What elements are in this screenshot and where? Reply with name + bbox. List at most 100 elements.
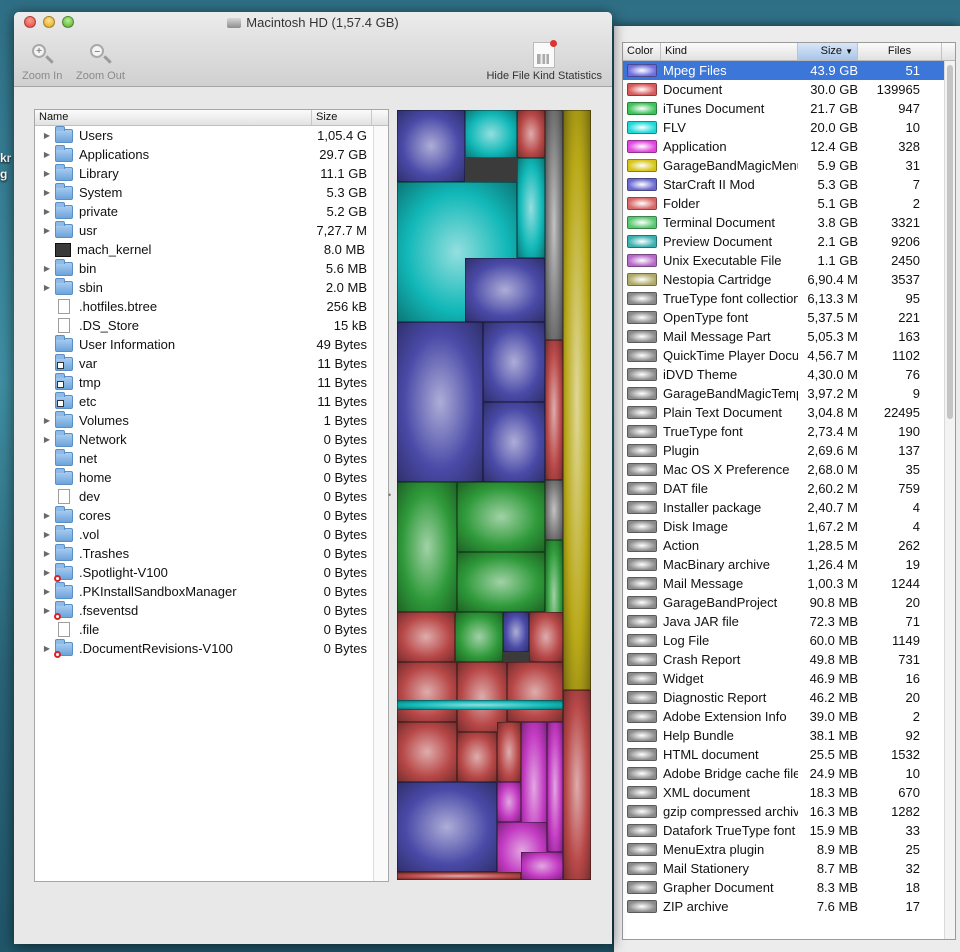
outline-row[interactable]: ▶ Library 11.1 GB [35,163,388,183]
column-header-files[interactable]: Files [858,43,942,60]
disclosure-triangle-icon[interactable]: ▶ [41,435,53,444]
file-kind-row[interactable]: StarCraft II Mod 5.3 GB 7 [623,175,955,194]
disclosure-triangle-icon[interactable]: ▶ [41,226,53,235]
treemap-cell[interactable] [457,552,545,612]
file-kind-row[interactable]: ZIP archive 7.6 MB 17 [623,897,955,916]
treemap-cell[interactable] [397,722,457,782]
outline-row[interactable]: dev 0 Bytes [35,487,388,506]
treemap-cell[interactable] [521,852,563,880]
zoom-in-button[interactable]: + Zoom In [22,42,62,82]
file-kind-row[interactable]: Application 12.4 GB 328 [623,137,955,156]
file-kind-row[interactable]: GarageBandProject 90.8 MB 20 [623,593,955,612]
file-kind-row[interactable]: Mail Stationery 8.7 MB 32 [623,859,955,878]
treemap-cell[interactable] [483,402,545,482]
treemap-cell[interactable] [517,110,545,158]
file-kind-row[interactable]: Action 1,28.5 M 262 [623,536,955,555]
file-kind-table-scrollbar[interactable] [944,61,955,939]
file-kind-row[interactable]: FLV 20.0 GB 10 [623,118,955,137]
outline-row[interactable]: ▶ .Spotlight-V100 0 Bytes [35,562,388,582]
file-kind-row[interactable]: Mpeg Files 43.9 GB 51 [623,61,955,80]
outline-row[interactable]: ▶ private 5.2 GB [35,201,388,221]
disclosure-triangle-icon[interactable]: ▶ [41,188,53,197]
file-kind-row[interactable]: MenuExtra plugin 8.9 MB 25 [623,840,955,859]
file-kind-row[interactable]: Installer package 2,40.7 M 4 [623,498,955,517]
treemap-cell[interactable] [545,110,563,340]
disclosure-triangle-icon[interactable]: ▶ [41,644,53,653]
treemap-cell[interactable] [455,612,503,662]
outline-scrollbar[interactable] [373,126,388,881]
treemap-cell[interactable] [397,872,521,880]
file-kind-row[interactable]: QuickTime Player Document 4,56.7 M 1102 [623,346,955,365]
outline-row[interactable]: ▶ bin 5.6 MB [35,258,388,278]
outline-row[interactable]: var 11 Bytes [35,353,388,373]
zoom-out-button[interactable]: – Zoom Out [76,42,125,82]
outline-row[interactable]: ▶ .fseventsd 0 Bytes [35,600,388,620]
file-kind-row[interactable]: Disk Image 1,67.2 M 4 [623,517,955,536]
disclosure-triangle-icon[interactable]: ▶ [41,606,53,615]
file-kind-row[interactable]: Adobe Bridge cache file 24.9 MB 10 [623,764,955,783]
file-kind-row[interactable]: GarageBandMagicMenu 5.9 GB 31 [623,156,955,175]
treemap-cell[interactable] [397,322,483,482]
file-kind-row[interactable]: iDVD Theme 4,30.0 M 76 [623,365,955,384]
file-kind-row[interactable]: Mail Message 1,00.3 M 1244 [623,574,955,593]
treemap-cell[interactable] [507,662,563,722]
treemap-cell[interactable] [503,612,529,652]
file-kind-row[interactable]: TrueType font 2,73.4 M 190 [623,422,955,441]
disclosure-triangle-icon[interactable]: ▶ [41,283,53,292]
file-kind-row[interactable]: Datafork TrueType font 15.9 MB 33 [623,821,955,840]
outline-row[interactable]: ▶ sbin 2.0 MB [35,277,388,297]
treemap-cell[interactable] [497,722,521,782]
disclosure-triangle-icon[interactable]: ▶ [41,587,53,596]
scrollbar-thumb[interactable] [947,65,953,419]
outline-row[interactable]: ▶ System 5.3 GB [35,182,388,202]
file-kind-row[interactable]: HTML document 25.5 MB 1532 [623,745,955,764]
file-kind-row[interactable]: Log File 60.0 MB 1149 [623,631,955,650]
treemap-cell[interactable] [457,732,497,782]
treemap-cell[interactable] [397,110,465,182]
outline-row[interactable]: ▶ Applications 29.7 GB [35,144,388,164]
disclosure-triangle-icon[interactable]: ▶ [41,549,53,558]
outline-row[interactable]: ▶ cores 0 Bytes [35,505,388,525]
treemap-cell[interactable] [547,722,563,852]
treemap-cell[interactable] [465,110,517,158]
outline-row[interactable]: ▶ .DocumentRevisions-V100 0 Bytes [35,638,388,658]
column-header-size[interactable]: Size ▼ [798,43,858,60]
file-kind-row[interactable]: Unix Executable File 1.1 GB 2450 [623,251,955,270]
outline-row[interactable]: ▶ usr 7,27.7 M [35,220,388,240]
disclosure-triangle-icon[interactable]: ▶ [41,169,53,178]
file-kind-row[interactable]: Nestopia Cartridge 6,90.4 M 3537 [623,270,955,289]
file-kind-row[interactable]: gzip compressed archive 16.3 MB 1282 [623,802,955,821]
treemap-cell[interactable] [497,782,521,822]
outline-row[interactable]: mach_kernel 8.0 MB [35,240,388,259]
file-kind-row[interactable]: Plugin 2,69.6 M 137 [623,441,955,460]
file-kind-row[interactable]: Crash Report 49.8 MB 731 [623,650,955,669]
outline-row[interactable]: User Information 49 Bytes [35,334,388,354]
file-kind-row[interactable]: Preview Document 2.1 GB 9206 [623,232,955,251]
treemap-cell[interactable] [545,480,563,540]
outline-row[interactable]: home 0 Bytes [35,467,388,487]
outline-row[interactable]: ▶ .Trashes 0 Bytes [35,543,388,563]
file-kind-row[interactable]: Folder 5.1 GB 2 [623,194,955,213]
treemap-view[interactable] [397,110,591,880]
treemap-cell[interactable] [397,782,497,872]
treemap-cell[interactable] [397,700,563,710]
file-kind-row[interactable]: Adobe Extension Info 39.0 MB 2 [623,707,955,726]
column-header-color[interactable]: Color [623,43,661,60]
outline-row[interactable]: ▶ .vol 0 Bytes [35,524,388,544]
treemap-cell[interactable] [397,612,455,662]
outline-row[interactable]: ▶ .PKInstallSandboxManager 0 Bytes [35,581,388,601]
disclosure-triangle-icon[interactable]: ▶ [41,264,53,273]
treemap-cell[interactable] [457,482,545,552]
hide-file-kind-statistics-button[interactable]: Hide File Kind Statistics [486,40,602,82]
split-view-handle[interactable]: • [388,490,396,500]
file-kind-row[interactable]: GarageBandMagicTemplate 3,97.2 M 9 [623,384,955,403]
treemap-cell[interactable] [563,110,591,690]
file-kind-row[interactable]: Mac OS X Preference 2,68.0 M 35 [623,460,955,479]
outline-row[interactable]: ▶ Volumes 1 Bytes [35,410,388,430]
file-kind-row[interactable]: TrueType font collection 6,13.3 M 95 [623,289,955,308]
file-kind-row[interactable]: Document 30.0 GB 139965 [623,80,955,99]
file-kind-row[interactable]: Help Bundle 38.1 MB 92 [623,726,955,745]
disclosure-triangle-icon[interactable]: ▶ [41,416,53,425]
treemap-cell[interactable] [397,662,457,722]
disclosure-triangle-icon[interactable]: ▶ [41,530,53,539]
